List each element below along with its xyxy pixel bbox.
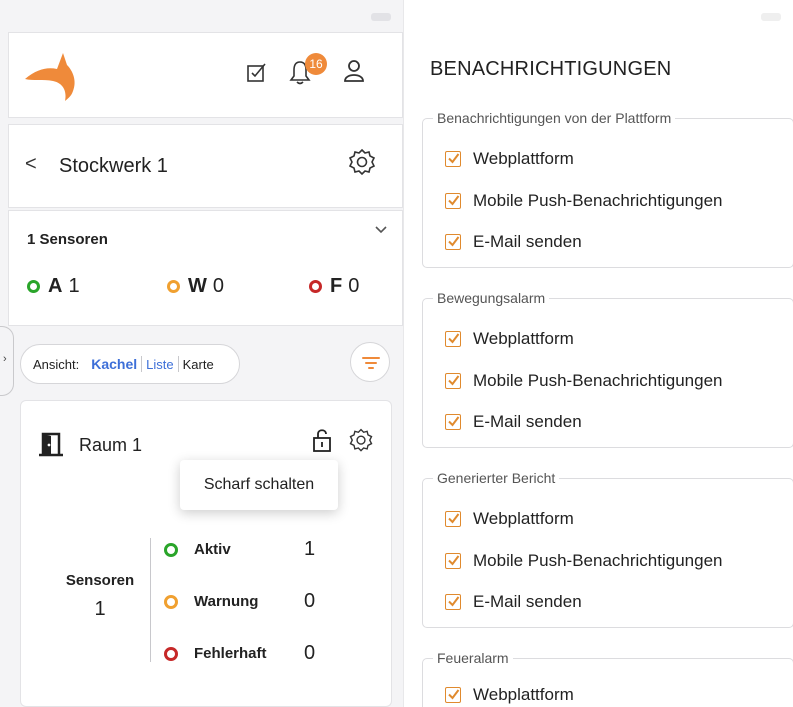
side-drawer-handle[interactable]: › <box>0 326 14 396</box>
filter-icon <box>362 357 380 369</box>
tasks-icon[interactable] <box>246 61 268 83</box>
option-checkbox[interactable]: Mobile Push-Benachrichtigungen <box>445 551 723 571</box>
checkbox-checked-icon[interactable] <box>445 331 461 347</box>
filter-button[interactable] <box>350 342 390 382</box>
group-platform: Benachrichtigungen von der Plattform Web… <box>422 110 793 268</box>
option-checkbox[interactable]: E-Mail senden <box>445 232 582 252</box>
status-row-faulty: Fehlerhaft 0 <box>164 642 315 665</box>
checkbox-checked-icon[interactable] <box>445 594 461 610</box>
floor-header: < Stockwerk 1 <box>8 124 403 208</box>
option-checkbox[interactable]: Mobile Push-Benachrichtigungen <box>445 371 723 391</box>
group-fire-alarm: Feueralarm Webplattform <box>422 650 793 707</box>
option-checkbox[interactable]: Mobile Push-Benachrichtigungen <box>445 191 723 211</box>
arm-popup[interactable]: Scharf schalten <box>180 460 338 510</box>
settings-gear-icon[interactable] <box>346 147 378 179</box>
notification-badge: 16 <box>305 53 327 75</box>
lock-icon[interactable] <box>311 427 333 453</box>
group-generated-report: Generierter Bericht Webplattform Mobile … <box>422 470 793 628</box>
checkbox-checked-icon[interactable] <box>445 151 461 167</box>
option-checkbox[interactable]: E-Mail senden <box>445 592 582 612</box>
divider <box>150 538 151 662</box>
checkbox-checked-icon[interactable] <box>445 511 461 527</box>
warning-dot-icon <box>164 594 178 609</box>
sensors-total: 1 <box>94 598 106 620</box>
view-switcher: Ansicht: Kachel Liste Karte <box>20 344 240 384</box>
faulty-dot-icon <box>309 280 322 293</box>
faulty-dot-icon <box>164 646 178 661</box>
sensor-summary: 1 Sensoren A1 W0 F0 <box>8 210 403 326</box>
option-checkbox[interactable]: Webplattform <box>445 329 574 349</box>
group-motion-alarm: Bewegungsalarm Webplattform Mobile Push-… <box>422 290 793 448</box>
group-legend: Bewegungsalarm <box>433 290 550 306</box>
status-bar <box>404 0 793 30</box>
checkbox-checked-icon[interactable] <box>445 553 461 569</box>
view-option-liste[interactable]: Liste <box>142 357 177 372</box>
status-row-active: Aktiv 1 <box>164 538 315 561</box>
counter-active: A1 <box>27 275 80 298</box>
option-checkbox[interactable]: Webplattform <box>445 149 574 169</box>
chevron-down-icon[interactable] <box>374 225 388 235</box>
warning-dot-icon <box>167 280 180 293</box>
left-panel: 16 < Stockwerk 1 1 Sensoren A1 W0 F0 › A… <box>0 0 403 707</box>
option-checkbox[interactable]: Webplattform <box>445 685 574 705</box>
room-name: Raum 1 <box>79 435 143 455</box>
option-checkbox[interactable]: E-Mail senden <box>445 412 582 432</box>
status-row-warning: Warnung 0 <box>164 590 315 613</box>
active-dot-icon <box>164 542 178 557</box>
counter-faulty: F0 <box>309 275 359 298</box>
floor-title: Stockwerk 1 <box>59 155 168 177</box>
sensors-label: Sensoren <box>65 572 135 589</box>
group-legend: Feueralarm <box>433 650 513 666</box>
chevron-right-icon: › <box>3 353 7 365</box>
user-icon[interactable] <box>343 59 365 83</box>
door-icon <box>39 432 63 457</box>
sensor-count-title: 1 Sensoren <box>27 231 108 248</box>
battery-icon <box>371 13 391 21</box>
checkbox-checked-icon[interactable] <box>445 414 461 430</box>
app-header: 16 <box>8 32 403 118</box>
checkbox-checked-icon[interactable] <box>445 234 461 250</box>
view-option-karte[interactable]: Karte <box>179 357 218 372</box>
page-title: BENACHRICHTIGUNGEN <box>430 58 672 80</box>
group-legend: Benachrichtigungen von der Plattform <box>433 110 676 126</box>
option-checkbox[interactable]: Webplattform <box>445 509 574 529</box>
notifications-panel: BENACHRICHTIGUNGEN Benachrichtigungen vo… <box>403 0 793 707</box>
status-bar <box>0 0 403 30</box>
fox-logo-icon <box>25 53 75 101</box>
checkbox-checked-icon[interactable] <box>445 193 461 209</box>
active-dot-icon <box>27 280 40 293</box>
group-legend: Generierter Bericht <box>433 470 560 486</box>
view-option-kachel[interactable]: Kachel <box>87 356 141 372</box>
counter-warning: W0 <box>167 275 224 298</box>
checkbox-checked-icon[interactable] <box>445 373 461 389</box>
back-button[interactable]: < <box>25 153 37 176</box>
battery-icon <box>761 13 781 21</box>
checkbox-checked-icon[interactable] <box>445 687 461 703</box>
view-label: Ansicht: <box>33 356 80 372</box>
room-settings-gear-icon[interactable] <box>347 427 375 455</box>
